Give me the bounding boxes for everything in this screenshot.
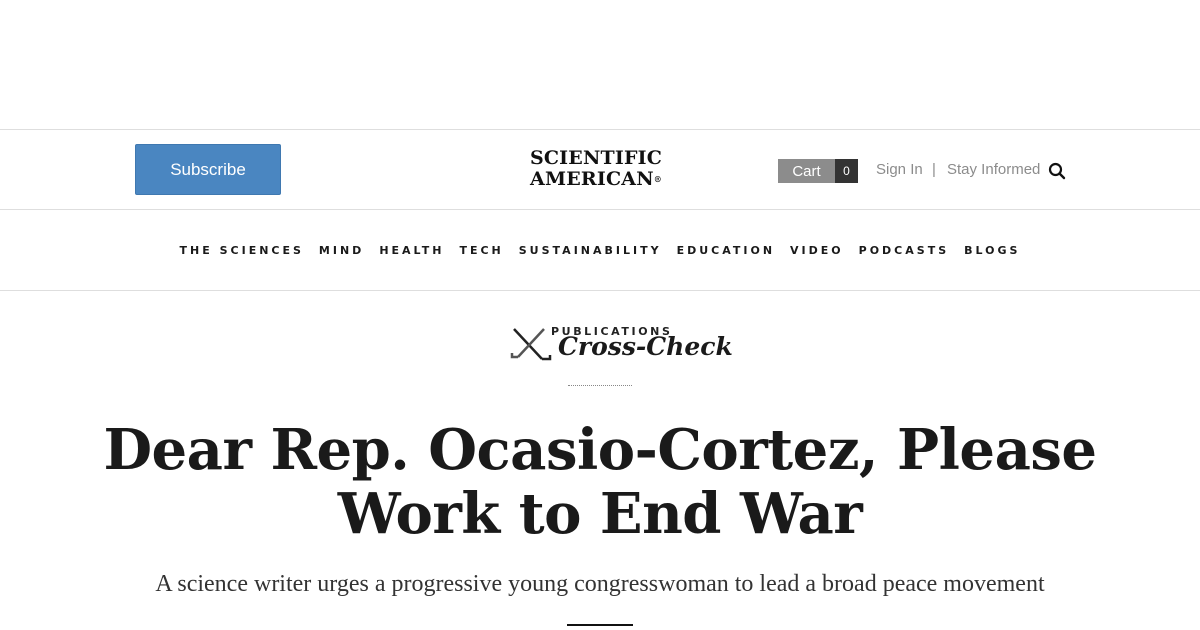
dotted-divider [568, 385, 632, 386]
crossed-hockey-sticks-icon [510, 328, 552, 361]
ad-banner-space [0, 0, 1200, 130]
logo-line1: SCIENTIFIC [529, 147, 663, 169]
nav-item-tech[interactable]: TECH [459, 244, 503, 257]
cart-button[interactable]: Cart 0 [778, 159, 858, 183]
stay-informed-link[interactable]: Stay Informed [947, 161, 1040, 178]
logo-line2-text: AMERICAN [530, 168, 654, 190]
logo-line2: AMERICAN® [512, 169, 680, 190]
nav-item-sustainability[interactable]: SUSTAINABILITY [519, 244, 662, 257]
nav-item-podcasts[interactable]: PODCASTS [859, 244, 949, 257]
nav-item-mind[interactable]: MIND [319, 244, 364, 257]
main-nav: THE SCIENCES MIND HEALTH TECH SUSTAINABILITY… [0, 210, 1200, 291]
nav-item-the-sciences[interactable]: THE SCIENCES [180, 244, 304, 257]
logo-registered-mark: ® [653, 174, 662, 184]
blog-name: Cross-Check [558, 332, 733, 361]
nav-item-education[interactable]: EDUCATION [677, 244, 775, 257]
subscribe-button[interactable]: Subscribe [135, 144, 281, 195]
blog-badge-cross-check[interactable]: PUBLICATIONS Cross-Check [508, 322, 733, 364]
cart-count-badge: 0 [835, 159, 858, 183]
nav-item-health[interactable]: HEALTH [379, 244, 444, 257]
nav-item-blogs[interactable]: BLOGS [964, 244, 1020, 257]
article-subtitle: A science writer urges a progressive you… [155, 571, 1045, 597]
site-logo[interactable]: SCIENTIFIC AMERICAN® [512, 148, 680, 190]
search-icon[interactable] [1048, 162, 1066, 180]
site-header: Subscribe SCIENTIFIC AMERICAN® Cart 0 Si… [0, 130, 1200, 210]
title-rule [567, 624, 633, 626]
nav-item-video[interactable]: VIDEO [790, 244, 844, 257]
header-separator: | [932, 161, 936, 178]
cart-label: Cart [778, 159, 835, 183]
article-title: Dear Rep. Ocasio-Cortez, Please Work to … [103, 417, 1097, 547]
sign-in-link[interactable]: Sign In [876, 161, 923, 178]
